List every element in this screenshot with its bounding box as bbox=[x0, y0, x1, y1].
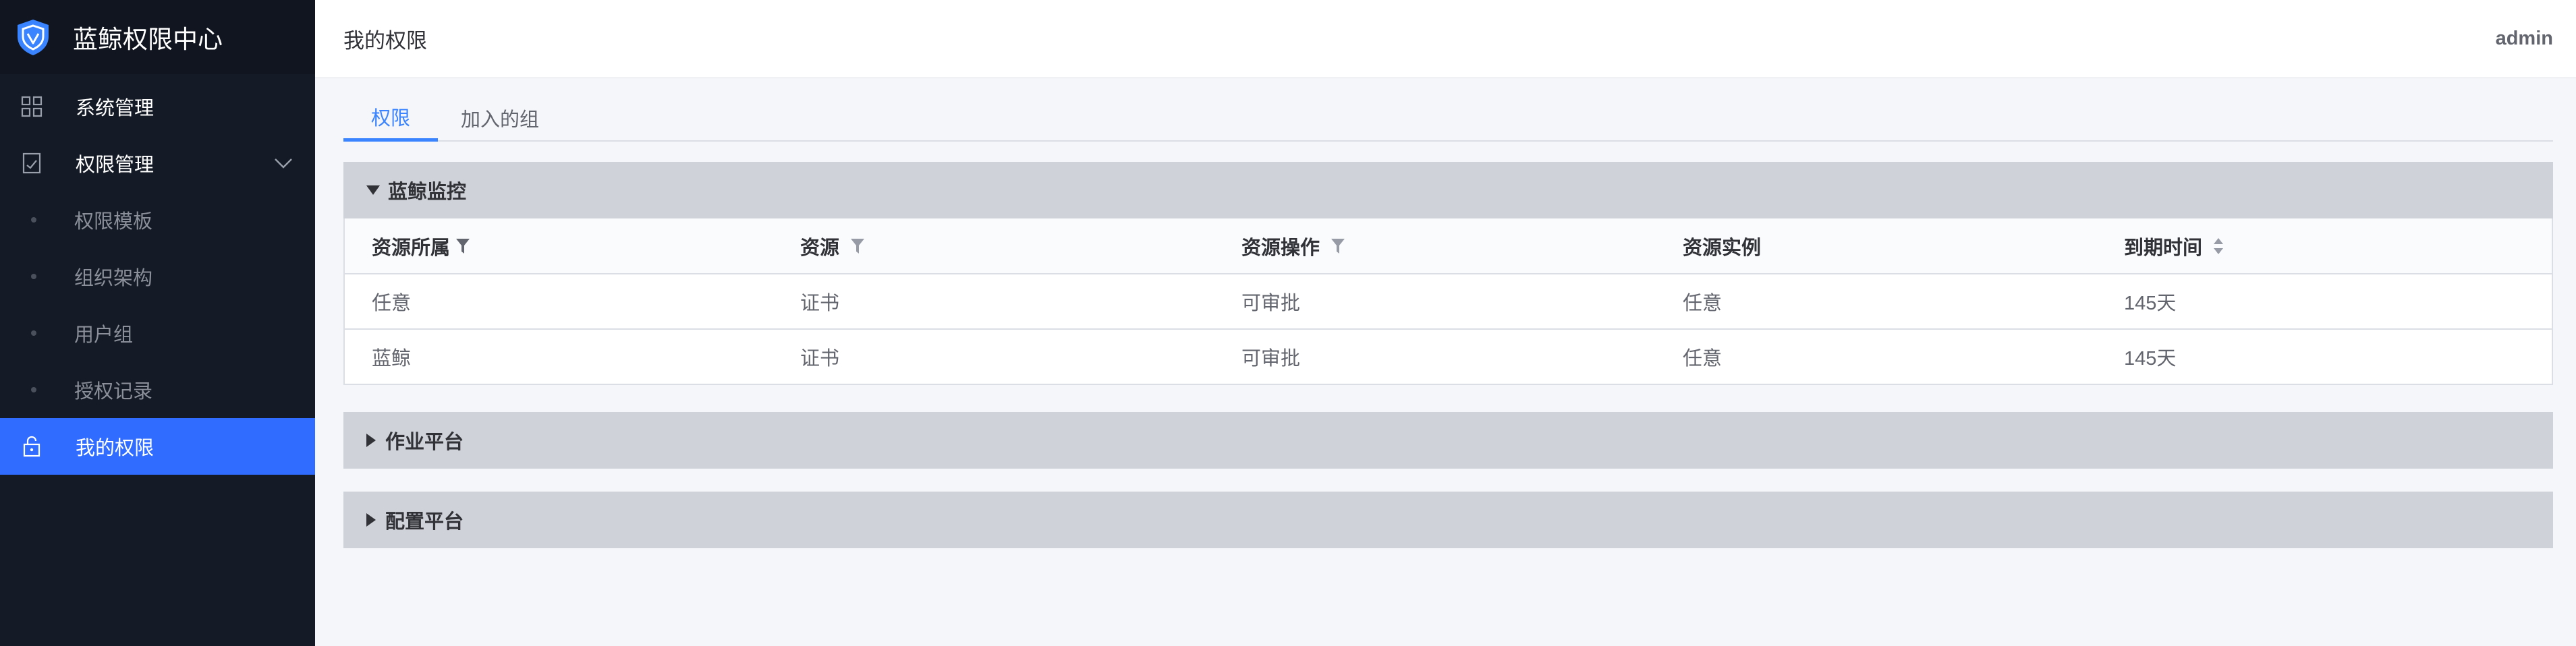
sidebar-subitem-permission-template[interactable]: 权限模板 bbox=[0, 192, 315, 248]
table-cell: 证书 bbox=[773, 274, 1214, 330]
tab-bar: 权限 加入的组 bbox=[343, 94, 2553, 142]
bullet-dot bbox=[31, 387, 36, 392]
shield-logo-icon bbox=[18, 20, 49, 55]
panel-header[interactable]: 作业平台 bbox=[343, 412, 2553, 469]
table-header-row: 资源所属 资源 资源操作 资源实例 到期时间 bbox=[344, 218, 2552, 274]
sidebar-subitem-label: 权限模板 bbox=[74, 211, 153, 233]
brand[interactable]: 蓝鲸权限中心 bbox=[0, 0, 315, 74]
column-label: 资源操作 bbox=[1241, 237, 1320, 259]
sidebar-subitem-label: 授权记录 bbox=[74, 381, 153, 403]
panel-bk-monitor: 蓝鲸监控 资源所属 资源 资源操作 资源实例 到期时间 任意 证书 可审批 任意… bbox=[343, 162, 2553, 385]
caret-right-icon bbox=[366, 513, 376, 527]
sidebar-item-my-permissions[interactable]: 我的权限 bbox=[0, 418, 315, 475]
filter-icon[interactable] bbox=[850, 237, 865, 255]
table-row: 任意 证书 可审批 任意 145天 bbox=[344, 274, 2552, 330]
page-title: 我的权限 bbox=[343, 29, 427, 53]
sidebar-item-system-management[interactable]: 系统管理 bbox=[0, 78, 315, 135]
table-cell: 任意 bbox=[1656, 274, 2097, 330]
panel-header[interactable]: 蓝鲸监控 bbox=[343, 162, 2553, 218]
sidebar-item-label: 我的权限 bbox=[76, 438, 155, 459]
grid-icon bbox=[21, 96, 43, 117]
table-cell: 145天 bbox=[2124, 348, 2177, 370]
panel-header[interactable]: 配置平台 bbox=[343, 492, 2553, 548]
lock-icon bbox=[23, 436, 40, 457]
sidebar-subitem-label: 组织架构 bbox=[74, 268, 153, 289]
sidebar-item-permission-management[interactable]: 权限管理 bbox=[0, 135, 315, 192]
permission-table: 资源所属 资源 资源操作 资源实例 到期时间 任意 证书 可审批 任意 145天… bbox=[343, 218, 2553, 385]
sidebar: 蓝鲸权限中心 系统管理 权限管理 权限模板 组织架构 用户组 授权记录 我的权限 bbox=[0, 0, 315, 646]
column-header-resource-owner: 资源所属 bbox=[344, 218, 773, 274]
tab-joined-groups[interactable]: 加入的组 bbox=[438, 94, 562, 142]
bullet-dot bbox=[31, 330, 36, 336]
column-label: 资源实例 bbox=[1683, 237, 1762, 259]
sidebar-subitem-user-group[interactable]: 用户组 bbox=[0, 305, 315, 361]
table-cell: 可审批 bbox=[1241, 348, 1301, 370]
filter-icon[interactable] bbox=[455, 237, 470, 255]
column-header-resource-instance: 资源实例 bbox=[1656, 218, 2097, 274]
table-cell: 蓝鲸 bbox=[372, 348, 412, 370]
clipboard-icon bbox=[22, 152, 41, 174]
caret-down-icon bbox=[366, 185, 380, 195]
table-cell: 证书 bbox=[800, 348, 840, 370]
panel-job-platform: 作业平台 bbox=[343, 412, 2553, 469]
table-cell: 任意 bbox=[344, 274, 773, 330]
panel-title: 蓝鲸监控 bbox=[388, 181, 467, 203]
panel-config-platform: 配置平台 bbox=[343, 492, 2553, 548]
panel-title: 配置平台 bbox=[385, 511, 464, 533]
tab-permissions[interactable]: 权限 bbox=[343, 94, 438, 142]
user-menu[interactable]: admin bbox=[2496, 28, 2553, 50]
app-root: 蓝鲸权限中心 系统管理 权限管理 权限模板 组织架构 用户组 授权记录 我的权限… bbox=[0, 0, 2576, 646]
main-content: 我的权限 admin 权限 加入的组 蓝鲸监控 资源所属 资源 资源操作 资源实… bbox=[315, 0, 2576, 646]
sort-icon[interactable] bbox=[2212, 236, 2225, 256]
table-cell: 可审批 bbox=[1214, 274, 1656, 330]
bullet-dot bbox=[31, 217, 36, 223]
top-header: 我的权限 admin bbox=[315, 0, 2576, 78]
column-header-resource: 资源 bbox=[773, 218, 1214, 274]
bullet-dot bbox=[31, 274, 36, 279]
column-label: 资源所属 bbox=[372, 237, 451, 259]
table-cell: 任意 bbox=[1683, 348, 1723, 370]
table-row: 蓝鲸 证书 可审批 任意 145天 bbox=[344, 329, 2552, 384]
sidebar-subitem-label: 用户组 bbox=[74, 324, 134, 346]
caret-right-icon bbox=[366, 434, 376, 447]
filter-icon[interactable] bbox=[1331, 237, 1345, 255]
sidebar-item-label: 系统管理 bbox=[76, 98, 155, 119]
panel-title: 作业平台 bbox=[385, 432, 464, 453]
column-header-resource-action: 资源操作 bbox=[1214, 218, 1656, 274]
sidebar-subitem-auth-records[interactable]: 授权记录 bbox=[0, 361, 315, 418]
chevron-down-icon bbox=[275, 158, 292, 169]
sidebar-subitem-org-structure[interactable]: 组织架构 bbox=[0, 248, 315, 305]
brand-title: 蓝鲸权限中心 bbox=[73, 26, 223, 53]
sidebar-item-label: 权限管理 bbox=[76, 154, 155, 176]
column-label: 资源 bbox=[800, 237, 840, 259]
column-header-expire-time: 到期时间 bbox=[2097, 218, 2552, 274]
column-label: 到期时间 bbox=[2124, 237, 2203, 259]
table-cell: 145天 bbox=[2097, 274, 2552, 330]
